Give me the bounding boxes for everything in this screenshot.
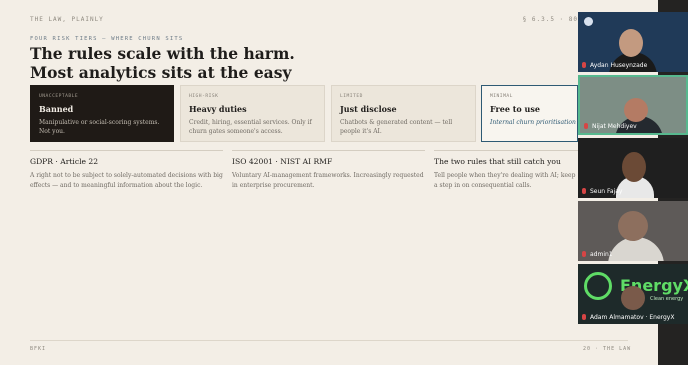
presentation-slide: THE LAW, PLAINLY § 6.3.5 · 80 FOUR RISK … — [0, 0, 658, 365]
framework-column-iso: ISO 42001 · NIST AI RMF Voluntary AI-man… — [232, 157, 427, 190]
column-divider — [30, 150, 223, 151]
participant-tile[interactable]: Aydan Huseynzade — [578, 12, 688, 72]
participant-tile-active-speaker[interactable]: Nijat Mehdiyev — [578, 75, 688, 135]
participant-head — [624, 98, 648, 122]
risk-tier-label: HIGH-RISK — [189, 94, 219, 99]
framework-title: The two rules that still catch you — [434, 157, 561, 166]
slide-reference: § 6.3.5 · 80 — [522, 16, 578, 23]
section-label: THE LAW, PLAINLY — [30, 16, 104, 23]
risk-card-title: Just disclose — [340, 104, 397, 114]
muted-mic-icon — [584, 123, 588, 129]
participant-name: Adam Almamatov · EnergyX — [590, 314, 675, 321]
participant-video-panel: Aydan Huseynzade Nijat Mehdiyev Seun Faj… — [578, 12, 688, 324]
framework-title: ISO 42001 · NIST AI RMF — [232, 157, 333, 166]
framework-title: GDPR · Article 22 — [30, 157, 99, 166]
participant-name: admin1 — [590, 251, 613, 258]
participant-name: Aydan Huseynzade — [590, 62, 648, 69]
participant-head — [619, 29, 643, 57]
energyx-logo-tagline: Clean energy — [650, 296, 684, 302]
risk-card-title: Heavy duties — [189, 104, 247, 114]
risk-tier-label: MINIMAL — [490, 94, 513, 99]
risk-tier-label: UNACCEPTABLE — [39, 94, 79, 99]
participant-tile[interactable]: admin1 — [578, 201, 688, 261]
risk-card-description: Chatbots & generated content — tell peop… — [340, 119, 453, 135]
risk-card-title: Banned — [39, 104, 74, 114]
participant-name: Seun Fajay — [590, 188, 623, 195]
risk-card-description: Internal churn prioritisation lis — [490, 119, 585, 126]
participant-name: Nijat Mehdiyev — [592, 123, 637, 130]
framework-description: A right not to be subject to solely-auto… — [30, 172, 223, 189]
risk-card-limited: LIMITED Just disclose Chatbots & generat… — [331, 85, 476, 142]
framework-description: Tell people when they're dealing with AI… — [434, 172, 576, 189]
footer-page: 20 · THE LAW — [583, 346, 632, 352]
column-divider — [434, 150, 578, 151]
risk-card-description: Manipulative or social-scoring systems. … — [39, 119, 160, 135]
muted-mic-icon — [582, 188, 586, 194]
muted-mic-icon — [582, 62, 586, 68]
footer-brand: BFKI — [30, 346, 47, 352]
muted-mic-icon — [582, 251, 586, 257]
participant-tile[interactable]: EnergyX Clean energy Adam Almamatov · En… — [578, 264, 688, 324]
muted-mic-icon — [582, 314, 586, 320]
slide-eyebrow: FOUR RISK TIERS — WHERE CHURN SITS — [30, 36, 184, 42]
risk-card-unacceptable: UNACCEPTABLE Banned Manipulative or soci… — [30, 85, 174, 142]
framework-column-rules: The two rules that still catch you Tell … — [434, 157, 578, 190]
energyx-logo-icon — [584, 272, 612, 300]
participant-head — [621, 286, 645, 310]
participant-tile[interactable]: Seun Fajay — [578, 138, 688, 198]
participant-head — [618, 211, 648, 241]
column-divider — [232, 150, 425, 151]
framework-column-gdpr: GDPR · Article 22 A right not to be subj… — [30, 157, 225, 190]
emblem-icon — [584, 17, 593, 26]
risk-card-description: Credit, hiring, essential services. Only… — [189, 119, 312, 135]
participant-head — [622, 152, 646, 182]
risk-card-title: Free to use — [490, 104, 540, 114]
risk-tier-label: LIMITED — [340, 94, 363, 99]
risk-card-minimal: MINIMAL Free to use Internal churn prior… — [481, 85, 585, 142]
risk-card-high-risk: HIGH-RISK Heavy duties Credit, hiring, e… — [180, 85, 325, 142]
footer-rule — [30, 340, 628, 341]
framework-description: Voluntary AI-management frameworks. Incr… — [232, 172, 424, 189]
